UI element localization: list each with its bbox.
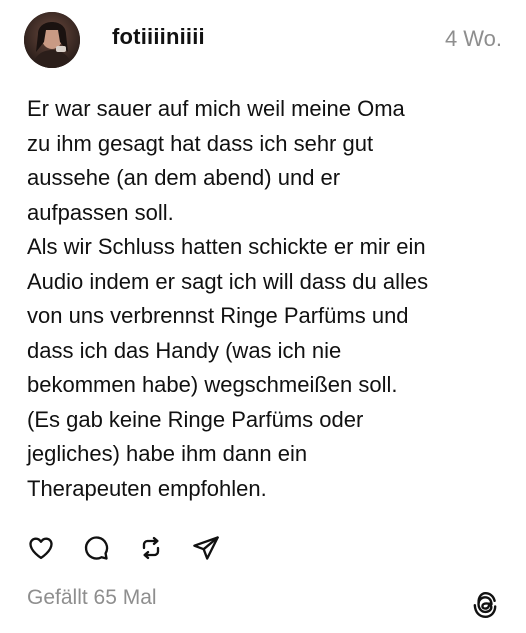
share-button[interactable] — [191, 533, 221, 563]
repost-arrows-icon — [142, 536, 160, 560]
post-actions — [26, 532, 246, 564]
like-button[interactable] — [26, 533, 56, 563]
post-text-line: dass ich das Handy (was ich nie — [27, 337, 342, 363]
post-text: Er war sauer auf mich weil meine Oma zu … — [27, 92, 507, 506]
avatar[interactable] — [24, 12, 80, 68]
post-text-line: zu ihm gesagt hat dass ich sehr gut — [27, 130, 374, 156]
paper-plane-icon — [193, 536, 219, 560]
post-text-line: aussehe (an dem abend) und er — [27, 165, 341, 190]
post-timestamp: 4 Wo. — [444, 26, 502, 51]
post-text-line: Er war sauer auf mich weil meine Oma — [27, 96, 405, 121]
comment-button[interactable] — [81, 533, 111, 563]
post-text-line: bekommen habe) wegschmeißen soll. — [27, 372, 398, 397]
threads-logo-icon — [470, 590, 500, 620]
repost-button[interactable] — [136, 533, 166, 563]
post-header: fotiiiiniiii 4 Wo. — [24, 12, 502, 70]
post-text-line: aufpassen soll. — [27, 199, 174, 225]
threads-post: fotiiiiniiii 4 Wo. Er war sauer auf mich… — [0, 0, 526, 633]
post-text-line: Audio indem er sagt ich will dass du all… — [27, 268, 429, 294]
profile-photo — [24, 12, 80, 68]
post-text-line: Therapeuten empfohlen. — [27, 475, 267, 501]
post-text-line: (Es gab keine Ringe Parfüms oder — [27, 406, 364, 432]
like-count[interactable]: Gefällt 65 Mal — [27, 586, 157, 610]
username[interactable]: fotiiiiniiii — [112, 24, 205, 50]
post-text-line: jegliches) habe ihm dann ein — [27, 441, 308, 466]
post-text-line: Als wir Schluss hatten schickte er mir e… — [27, 234, 426, 259]
heart-icon — [29, 537, 53, 560]
post-text-line: von uns verbrennst Ringe Parfüms und — [27, 303, 409, 328]
speech-bubble-icon — [84, 536, 109, 560]
